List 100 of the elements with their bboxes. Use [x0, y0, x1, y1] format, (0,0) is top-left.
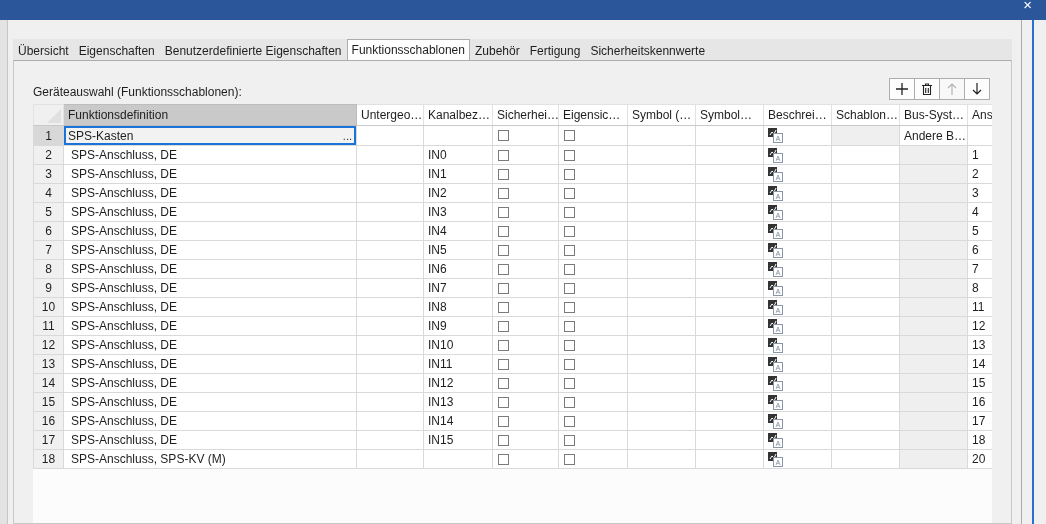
close-button[interactable]: ×: [1013, 0, 1046, 12]
checkbox[interactable]: [564, 206, 575, 218]
column-header[interactable]: Ans: [967, 104, 992, 126]
text-image-icon[interactable]: [768, 337, 783, 353]
checkbox[interactable]: [564, 396, 575, 408]
tab[interactable]: Benutzerdefinierte Eigenschaften: [159, 41, 347, 60]
column-header[interactable]: Bus-Syst…: [899, 104, 968, 126]
tab[interactable]: Sicherheitskennwerte: [585, 41, 711, 60]
browse-button[interactable]: ...: [340, 129, 354, 142]
column-header[interactable]: Sicherhei…: [492, 104, 559, 126]
table-cell: 11: [972, 300, 985, 314]
checkbox[interactable]: [498, 168, 509, 180]
delete-button[interactable]: [914, 78, 940, 100]
add-button[interactable]: [889, 78, 915, 100]
checkbox[interactable]: [498, 206, 509, 218]
checkbox[interactable]: [564, 415, 575, 427]
table-cell: IN13: [428, 395, 454, 409]
table-cell: 20: [972, 452, 986, 466]
checkbox[interactable]: [564, 187, 575, 199]
checkbox[interactable]: [564, 453, 575, 465]
row-header[interactable]: 1: [33, 125, 64, 146]
checkbox[interactable]: [498, 377, 509, 389]
checkbox[interactable]: [498, 320, 509, 332]
column-header[interactable]: Funktionsdefinition: [63, 104, 357, 126]
checkbox[interactable]: [564, 149, 575, 161]
checkbox[interactable]: [564, 282, 575, 294]
checkbox[interactable]: [498, 301, 509, 313]
table-cell: IN15: [428, 433, 454, 447]
checkbox[interactable]: [498, 225, 509, 237]
checkbox[interactable]: [498, 130, 509, 141]
tab[interactable]: Fertigung: [524, 41, 586, 60]
text-image-icon[interactable]: [768, 185, 783, 201]
table-cell: 16: [972, 395, 986, 409]
text-image-icon[interactable]: [768, 242, 783, 258]
checkbox[interactable]: [498, 396, 509, 408]
text-image-icon[interactable]: [768, 356, 783, 372]
checkbox[interactable]: [564, 339, 575, 351]
checkbox[interactable]: [564, 263, 575, 275]
table-cell: 15: [972, 376, 986, 390]
checkbox[interactable]: [564, 130, 575, 141]
table-cell: IN14: [428, 414, 454, 428]
column-header[interactable]: Symbol…: [695, 104, 764, 126]
text-image-icon[interactable]: [768, 451, 783, 467]
checkbox[interactable]: [564, 225, 575, 237]
text-image-icon[interactable]: [768, 166, 783, 182]
text-image-icon[interactable]: [768, 280, 783, 296]
checkbox[interactable]: [498, 434, 509, 446]
checkbox[interactable]: [498, 263, 509, 275]
text-image-icon[interactable]: [768, 432, 783, 448]
text-image-icon[interactable]: [768, 204, 783, 220]
table-cell: IN7: [428, 281, 447, 295]
section-label: Geräteauswahl (Funktionsschablonen):: [33, 85, 242, 99]
tab[interactable]: Übersicht: [13, 41, 74, 60]
column-header[interactable]: Eigensic…: [558, 104, 628, 126]
table-cell[interactable]: SPS-Kasten: [68, 128, 134, 143]
tab[interactable]: Zubehör: [469, 41, 525, 60]
checkbox[interactable]: [564, 301, 575, 313]
checkbox[interactable]: [498, 339, 509, 351]
checkbox[interactable]: [498, 244, 509, 256]
checkbox[interactable]: [564, 377, 575, 389]
text-image-icon[interactable]: [768, 318, 783, 334]
table-cell: 1: [972, 148, 979, 162]
text-image-icon[interactable]: [768, 223, 783, 239]
text-image-icon[interactable]: [768, 413, 783, 429]
checkbox[interactable]: [564, 168, 575, 180]
text-image-icon[interactable]: [768, 261, 783, 277]
text-image-icon[interactable]: [768, 375, 783, 391]
table-cell: IN9: [428, 319, 447, 333]
checkbox[interactable]: [498, 415, 509, 427]
column-header[interactable]: Beschrei…: [763, 104, 832, 126]
checkbox[interactable]: [564, 434, 575, 446]
text-image-icon[interactable]: [768, 147, 783, 163]
text-image-icon[interactable]: [768, 394, 783, 410]
checkbox[interactable]: [498, 358, 509, 370]
table-cell: IN4: [428, 224, 447, 238]
table-cell: IN3: [428, 205, 447, 219]
move-down-button[interactable]: [964, 78, 990, 100]
table-cell: 18: [972, 433, 986, 447]
table-cell: 14: [972, 357, 986, 371]
checkbox[interactable]: [498, 282, 509, 294]
checkbox[interactable]: [498, 453, 509, 465]
text-image-icon[interactable]: [768, 128, 783, 143]
table-cell: 2: [972, 167, 979, 181]
column-header[interactable]: Schablon…: [831, 104, 900, 126]
table-cell: IN12: [428, 376, 454, 390]
table-cell: 5: [972, 224, 979, 238]
tab[interactable]: Eigenschaften: [73, 41, 160, 60]
text-image-icon[interactable]: [768, 299, 783, 315]
checkbox[interactable]: [498, 187, 509, 199]
column-header[interactable]: Kanalbez…: [423, 104, 493, 126]
checkbox[interactable]: [564, 244, 575, 256]
table-cell: IN10: [428, 338, 454, 352]
tab[interactable]: Funktionsschablonen: [346, 39, 470, 60]
table-cell: 17: [972, 414, 986, 428]
column-header[interactable]: Untergeo…: [356, 104, 424, 126]
checkbox[interactable]: [498, 149, 509, 161]
checkbox[interactable]: [564, 358, 575, 370]
column-header[interactable]: Symbol (…: [627, 104, 696, 126]
table-cell: IN5: [428, 243, 447, 257]
checkbox[interactable]: [564, 320, 575, 332]
